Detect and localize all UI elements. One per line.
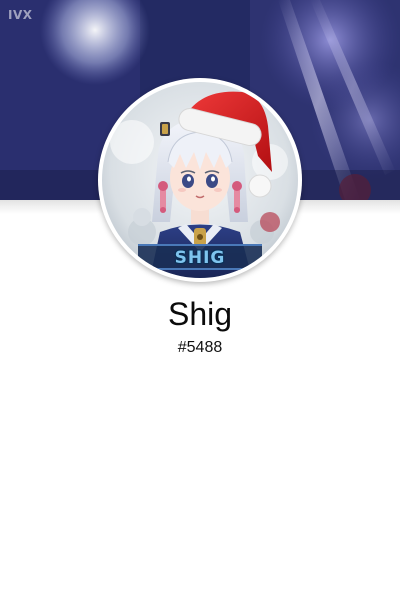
user-discriminator: #5488 xyxy=(177,339,223,356)
avatar-tag-text: SHIG xyxy=(174,248,226,268)
avatar[interactable]: SHIG xyxy=(98,78,302,282)
avatar-image: SHIG xyxy=(102,82,298,278)
banner-watermark: IVX xyxy=(8,8,33,22)
profile-card: IVX SHIG Shig #5488 xyxy=(0,0,400,600)
username: Shig xyxy=(167,296,233,332)
